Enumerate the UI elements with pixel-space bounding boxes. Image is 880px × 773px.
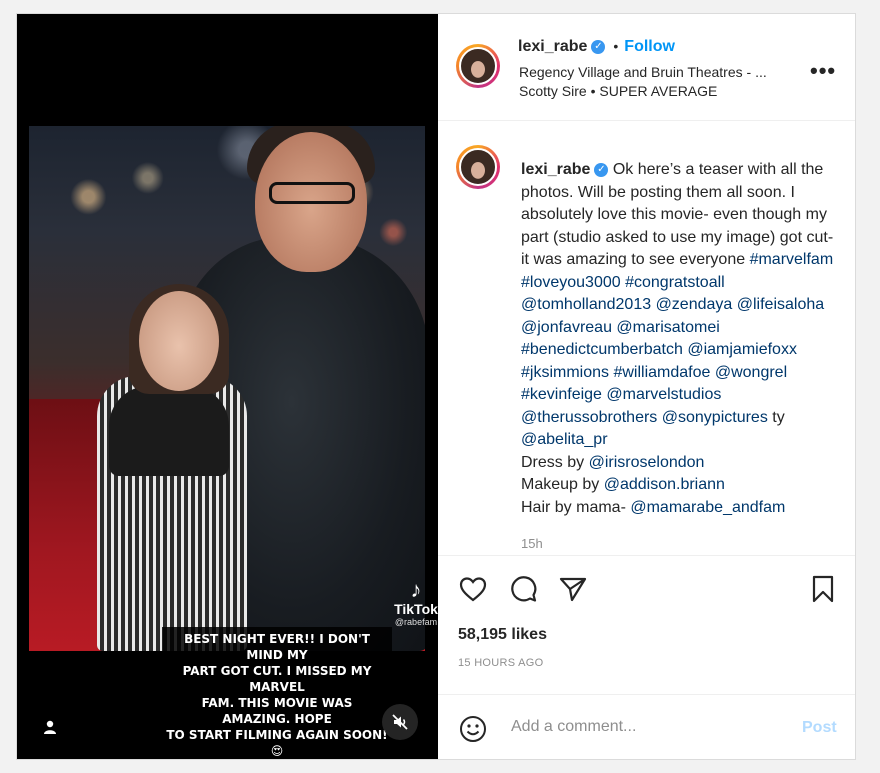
tiktok-handle: @rabefam	[394, 617, 438, 627]
posted-time[interactable]: 15 HOURS AGO	[458, 657, 544, 669]
action-bar	[438, 574, 855, 614]
paper-plane-icon	[559, 577, 587, 602]
post-card: ♪ TikTok @rabefam BEST NIGHT EVER!! I DO…	[16, 13, 856, 760]
caption-timestamp: 15h	[521, 536, 543, 551]
separator-dot: •	[613, 38, 619, 54]
caption-tag-link[interactable]: #kevinfeige	[521, 386, 602, 403]
caption-text-segment: Dress by	[521, 453, 589, 471]
follow-button[interactable]: Follow	[624, 38, 675, 55]
overlay-line: PART GOT CUT. I MISSED MY MARVEL	[182, 664, 372, 694]
caption-text-segment: Makeup by	[521, 476, 604, 493]
caption-body: Ok here’s a teaser with all the photos. …	[521, 161, 833, 516]
girl-head	[139, 291, 219, 391]
caption-tag-link[interactable]: @therussobrothers	[521, 409, 657, 426]
post-photo	[29, 126, 425, 651]
tiktok-label: TikTok	[394, 601, 438, 617]
avatar[interactable]	[456, 44, 500, 88]
video-caption-overlay: BEST NIGHT EVER!! I DON'T MIND MY PART G…	[162, 627, 392, 759]
post-media[interactable]: ♪ TikTok @rabefam BEST NIGHT EVER!! I DO…	[17, 14, 438, 759]
man-glasses	[269, 182, 355, 204]
share-button[interactable]	[558, 574, 588, 604]
caption-tag-link[interactable]: @tomholland2013	[521, 296, 651, 313]
caption-section: lexi_rabe ✓ Ok here’s a teaser with all t…	[438, 121, 855, 556]
caption-tag-link[interactable]: @jonfavreau	[521, 319, 612, 336]
overlay-line: BEST NIGHT EVER!! I DON'T MIND MY	[184, 632, 370, 662]
like-button[interactable]	[458, 574, 488, 604]
caption-text-segment: ty	[767, 408, 785, 426]
caption-tag-link[interactable]: @irisroselondon	[589, 454, 705, 471]
likes-count[interactable]: 58,195 likes	[458, 626, 547, 644]
mute-button[interactable]	[382, 704, 418, 740]
tiktok-icon: ♪	[410, 577, 422, 602]
post-sidebar: lexi_rabe ✓ • Follow Regency Village and Br…	[438, 14, 855, 759]
verified-badge-icon: ✓	[594, 162, 609, 177]
caption-tag-link[interactable]: #congratstoall	[625, 274, 725, 291]
overlay-line: FAM. THIS MOVIE WAS AMAZING. HOPE	[201, 696, 353, 726]
caption-tag-link[interactable]: #loveyou3000	[521, 274, 621, 291]
caption-tag-link[interactable]: @iamjamiefoxx	[687, 341, 797, 358]
caption-tag-link[interactable]: #benedictcumberbatch	[521, 341, 683, 358]
comment-button[interactable]	[508, 574, 538, 604]
add-comment-bar: Post	[438, 694, 855, 759]
caption-text: lexi_rabe ✓ Ok here’s a teaser with all t…	[521, 159, 837, 519]
tiktok-watermark: ♪ TikTok @rabefam	[386, 577, 438, 628]
caption-tag-link[interactable]: #marvelfam	[750, 251, 834, 268]
caption-avatar[interactable]	[456, 145, 500, 189]
caption-tag-link[interactable]: @marisatomei	[616, 319, 719, 336]
person-icon	[44, 720, 56, 734]
comment-input[interactable]	[509, 717, 793, 737]
post-comment-button[interactable]: Post	[802, 719, 837, 737]
emoji-button[interactable]	[458, 714, 488, 744]
save-button[interactable]	[808, 574, 838, 604]
more-options-button[interactable]: •••	[810, 58, 836, 84]
caption-tag-link[interactable]: @marvelstudios	[606, 386, 721, 403]
location-link[interactable]: Regency Village and Bruin Theatres - ...	[519, 64, 767, 80]
overlay-line: TO START FILMING AGAIN SOON!😍	[166, 728, 388, 758]
verified-badge-icon: ✓	[591, 39, 606, 54]
post-header: lexi_rabe ✓ • Follow Regency Village and Br…	[438, 14, 855, 121]
caption-tag-link[interactable]: @wongrel	[715, 364, 787, 381]
speaker-muted-icon	[392, 714, 408, 730]
caption-tag-link[interactable]: @abelita_pr	[521, 431, 608, 448]
tagged-users-button[interactable]	[37, 714, 63, 740]
caption-tag-link[interactable]: #jksimmions	[521, 364, 609, 381]
heart-icon	[459, 577, 487, 602]
caption-tag-link[interactable]: @addison.briann	[604, 476, 725, 493]
header-user-row: lexi_rabe ✓ • Follow	[518, 38, 675, 56]
bookmark-icon	[812, 575, 834, 603]
caption-tag-link[interactable]: @sonypictures	[662, 409, 768, 426]
audio-link[interactable]: Scotty Sire • SUPER AVERAGE	[519, 83, 717, 99]
caption-tag-link[interactable]: @zendaya	[656, 296, 733, 313]
caption-tag-link[interactable]: @mamarabe_andfam	[630, 499, 785, 516]
smiley-icon	[460, 716, 486, 742]
caption-tag-link[interactable]: @lifeisaloha	[737, 296, 824, 313]
caption-text-segment: Hair by mama-	[521, 498, 631, 516]
caption-username[interactable]: lexi_rabe	[521, 161, 590, 178]
header-username[interactable]: lexi_rabe	[518, 38, 587, 55]
comment-bubble-icon	[511, 576, 537, 602]
girl-top	[109, 386, 229, 476]
caption-tag-link[interactable]: #williamdafoe	[613, 364, 710, 381]
